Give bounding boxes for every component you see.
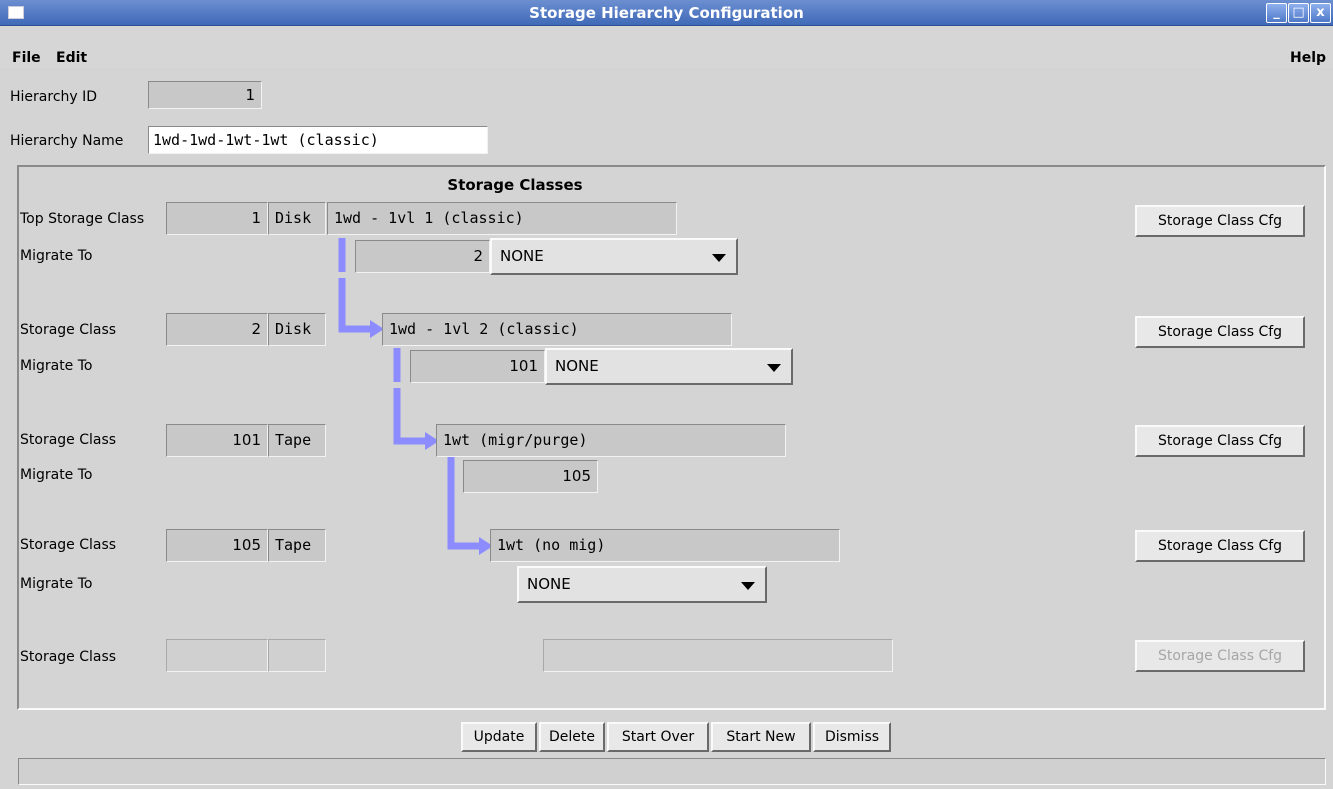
row-3-migrate-id: 105 — [463, 460, 598, 493]
row-4-class-name: 1wt (no mig) — [490, 529, 840, 562]
chevron-down-icon — [741, 582, 755, 590]
row-4-class-id: 105 — [166, 529, 268, 562]
row-2-migration-policy-value: NONE — [555, 357, 599, 375]
row-2-label: Storage Class — [20, 322, 117, 338]
row-1-class-id: 1 — [166, 202, 268, 235]
row-2-migrate-id: 101 — [410, 350, 545, 383]
row-1-class-name: 1wd - 1vl 1 (classic) — [327, 202, 677, 235]
row-3-class-name: 1wt (migr/purge) — [436, 424, 786, 457]
dismiss-button[interactable]: Dismiss — [813, 722, 891, 752]
row-2-media-type: Disk — [268, 313, 326, 346]
row-5-class-name — [543, 639, 893, 672]
row-5-storage-class-cfg-button: Storage Class Cfg — [1135, 640, 1305, 672]
row-2-migrate-label: Migrate To — [20, 358, 93, 374]
row-1-migrate-label: Migrate To — [20, 248, 93, 264]
start-over-button[interactable]: Start Over — [607, 722, 709, 752]
row-5-media-type — [268, 639, 326, 672]
row-4-label: Storage Class — [20, 537, 117, 553]
update-button[interactable]: Update — [461, 722, 537, 752]
row-3-media-type: Tape — [268, 424, 326, 457]
chevron-down-icon — [767, 364, 781, 372]
status-bar — [18, 758, 1326, 785]
row-5-label: Storage Class — [20, 649, 117, 665]
row-4-migration-policy-value: NONE — [527, 575, 571, 593]
row-3-migrate-label: Migrate To — [20, 467, 93, 483]
row-2-storage-class-cfg-button[interactable]: Storage Class Cfg — [1135, 316, 1305, 348]
row-1-migrate-id: 2 — [355, 240, 490, 273]
row-1-migration-policy-select[interactable]: NONE — [490, 238, 738, 275]
row-3-class-id: 101 — [166, 424, 268, 457]
row-1-migration-policy-value: NONE — [500, 247, 544, 265]
row-4-migration-policy-select[interactable]: NONE — [517, 566, 767, 603]
row-2-class-id: 2 — [166, 313, 268, 346]
row-4-storage-class-cfg-button[interactable]: Storage Class Cfg — [1135, 530, 1305, 562]
row-1-label: Top Storage Class — [20, 211, 145, 227]
row-1-storage-class-cfg-button[interactable]: Storage Class Cfg — [1135, 205, 1305, 237]
row-5-class-id — [166, 639, 268, 672]
row-4-migrate-label: Migrate To — [20, 576, 93, 592]
delete-button[interactable]: Delete — [539, 722, 605, 752]
start-new-button[interactable]: Start New — [711, 722, 811, 752]
migration-arrow-2 — [393, 388, 427, 445]
row-2-migration-policy-select[interactable]: NONE — [545, 348, 793, 385]
row-3-label: Storage Class — [20, 432, 117, 448]
row-1-media-type: Disk — [268, 202, 326, 235]
row-4-media-type: Tape — [268, 529, 326, 562]
migration-arrow-1 — [338, 278, 372, 333]
row-2-class-name: 1wd - 1vl 2 (classic) — [382, 313, 732, 346]
row-3-storage-class-cfg-button[interactable]: Storage Class Cfg — [1135, 425, 1305, 457]
chevron-down-icon — [712, 254, 726, 262]
